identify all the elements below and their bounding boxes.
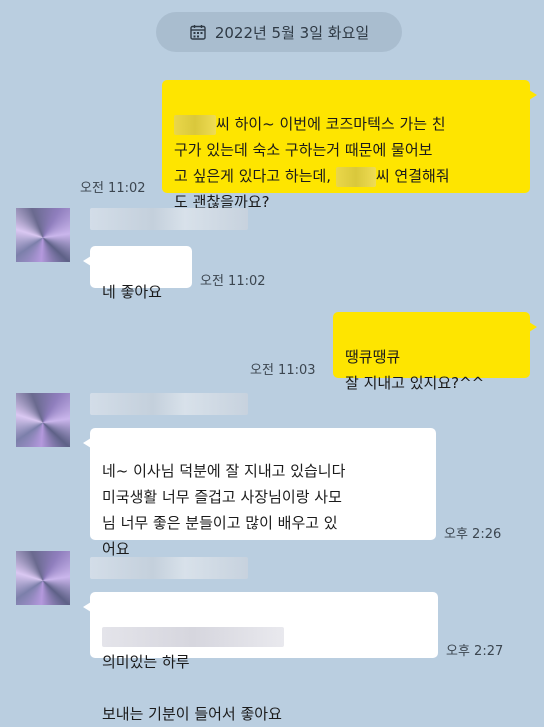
- message-time: 오후 2:27: [446, 644, 504, 659]
- their-message-bubble[interactable]: 네 좋아요: [83, 246, 192, 301]
- redacted-name: [174, 114, 216, 135]
- message-time: 오후 2:26: [444, 527, 502, 542]
- message-time: 오전 11:03: [250, 363, 316, 378]
- redacted-text: [102, 626, 284, 647]
- message-text: 땡큐땡큐 잘 지내고 있지요?^^: [345, 348, 485, 392]
- sender-name: [90, 557, 248, 579]
- date-separator: 2022년 5월 3일 화요일: [156, 12, 402, 52]
- my-message-bubble[interactable]: 땡큐땡큐 잘 지내고 있지요?^^: [333, 312, 537, 392]
- my-message-bubble[interactable]: 씨 하이~ 이번에 코즈마텍스 가는 친 구가 있는데 숙소 구하는거 때문에 …: [162, 80, 537, 211]
- message-text: 의미있는 하루: [102, 653, 190, 671]
- avatar[interactable]: [16, 551, 70, 605]
- their-message-bubble[interactable]: 네~ 이사님 덕분에 잘 지내고 있습니다 미국생활 너무 즐겁고 사장님이랑 …: [83, 428, 436, 558]
- sender-name: [90, 208, 248, 230]
- date-label: 2022년 5월 3일 화요일: [214, 23, 370, 42]
- message-time: 오전 11:02: [80, 181, 146, 196]
- redacted-name: [335, 166, 376, 187]
- message-time: 오전 11:02: [200, 274, 266, 289]
- message-text: 네~ 이사님 덕분에 잘 지내고 있습니다 미국생활 너무 즐겁고 사장님이랑 …: [102, 462, 346, 558]
- avatar[interactable]: [16, 208, 70, 262]
- their-message-bubble[interactable]: 의미있는 하루 보내는 기분이 들어서 좋아요: [83, 592, 438, 723]
- calendar-icon: [190, 25, 206, 40]
- message-text: 보내는 기분이 들어서 좋아요: [102, 705, 282, 723]
- avatar[interactable]: [16, 393, 70, 447]
- message-text: 네 좋아요: [102, 283, 162, 301]
- sender-name: [90, 393, 248, 415]
